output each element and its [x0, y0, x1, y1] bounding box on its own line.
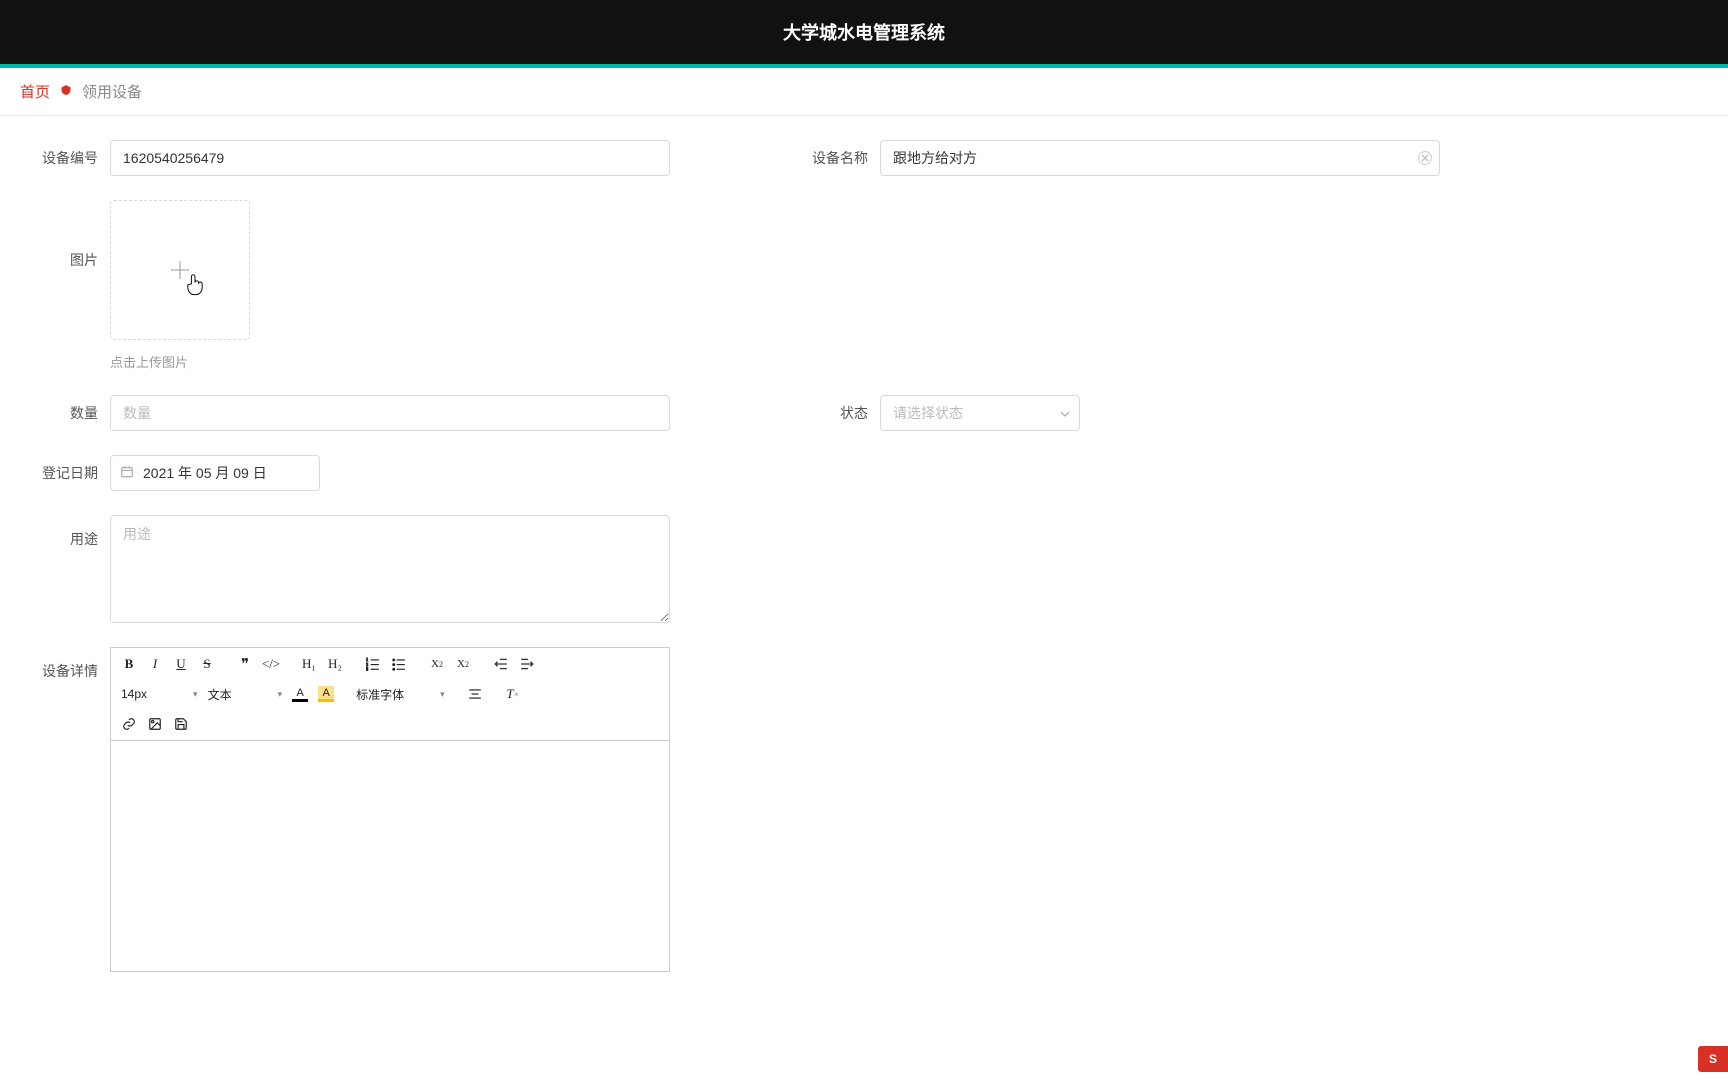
plus-icon	[168, 258, 192, 282]
bg-color-icon[interactable]: A	[314, 682, 338, 706]
ime-indicator-icon[interactable]: S	[1698, 1046, 1728, 1072]
font-size-select[interactable]: 14px▾	[117, 685, 202, 703]
quantity-input[interactable]	[110, 395, 670, 431]
form-container: 设备编号 设备名称 图片 点击上传图片	[0, 116, 1728, 1020]
code-icon[interactable]: </>	[259, 652, 283, 676]
font-family-select[interactable]: 标准字体▾	[352, 684, 449, 705]
ordered-list-icon[interactable]: 123	[361, 652, 385, 676]
indent-icon[interactable]	[515, 652, 539, 676]
device-id-label: 设备编号	[20, 140, 110, 176]
clear-icon[interactable]	[1418, 151, 1432, 165]
upload-hint-text: 点击上传图片	[110, 352, 250, 371]
purpose-textarea[interactable]	[110, 515, 670, 623]
breadcrumb-separator-icon	[60, 83, 72, 100]
purpose-label: 用途	[20, 515, 110, 557]
editor-toolbar: B I U S ❞ </> H₁ H₂ 123 X2 X2	[111, 648, 669, 741]
quote-icon[interactable]: ❞	[233, 652, 257, 676]
reg-date-label: 登记日期	[20, 455, 110, 491]
clear-format-icon[interactable]: T×	[501, 682, 525, 706]
unordered-list-icon[interactable]	[387, 652, 411, 676]
rich-text-editor: B I U S ❞ </> H₁ H₂ 123 X2 X2	[110, 647, 670, 972]
image-upload-box[interactable]	[110, 200, 250, 340]
svg-text:3: 3	[366, 666, 368, 671]
paragraph-style-select[interactable]: 文本▾	[204, 684, 287, 705]
italic-icon[interactable]: I	[143, 652, 167, 676]
reg-date-value: 2021 年 05 月 09 日	[143, 463, 267, 483]
align-icon[interactable]	[463, 682, 487, 706]
h2-icon[interactable]: H₂	[323, 652, 347, 676]
editor-content-area[interactable]	[111, 741, 669, 971]
app-header: 大学城水电管理系统	[0, 0, 1728, 64]
image-label: 图片	[20, 190, 110, 330]
superscript-icon[interactable]: X2	[451, 652, 475, 676]
breadcrumb: 首页 领用设备	[0, 68, 1728, 116]
underline-icon[interactable]: U	[169, 652, 193, 676]
calendar-icon	[120, 465, 134, 482]
strikethrough-icon[interactable]: S	[195, 652, 219, 676]
device-id-input[interactable]	[110, 140, 670, 176]
save-icon[interactable]	[169, 712, 193, 736]
h1-icon[interactable]: H₁	[297, 652, 321, 676]
image-icon[interactable]	[143, 712, 167, 736]
quantity-label: 数量	[20, 395, 110, 431]
device-name-label: 设备名称	[790, 140, 880, 176]
subscript-icon[interactable]: X2	[425, 652, 449, 676]
device-name-input[interactable]	[880, 140, 1440, 176]
detail-label: 设备详情	[20, 647, 110, 689]
outdent-icon[interactable]	[489, 652, 513, 676]
reg-date-picker[interactable]: 2021 年 05 月 09 日	[110, 455, 320, 491]
font-color-icon[interactable]: A	[288, 682, 312, 706]
status-label: 状态	[790, 395, 880, 431]
breadcrumb-current: 领用设备	[82, 81, 142, 102]
breadcrumb-home-link[interactable]: 首页	[20, 81, 50, 102]
status-placeholder: 请选择状态	[893, 403, 963, 423]
bold-icon[interactable]: B	[117, 652, 141, 676]
link-icon[interactable]	[117, 712, 141, 736]
status-select[interactable]: 请选择状态	[880, 395, 1080, 431]
app-title: 大学城水电管理系统	[783, 19, 945, 45]
